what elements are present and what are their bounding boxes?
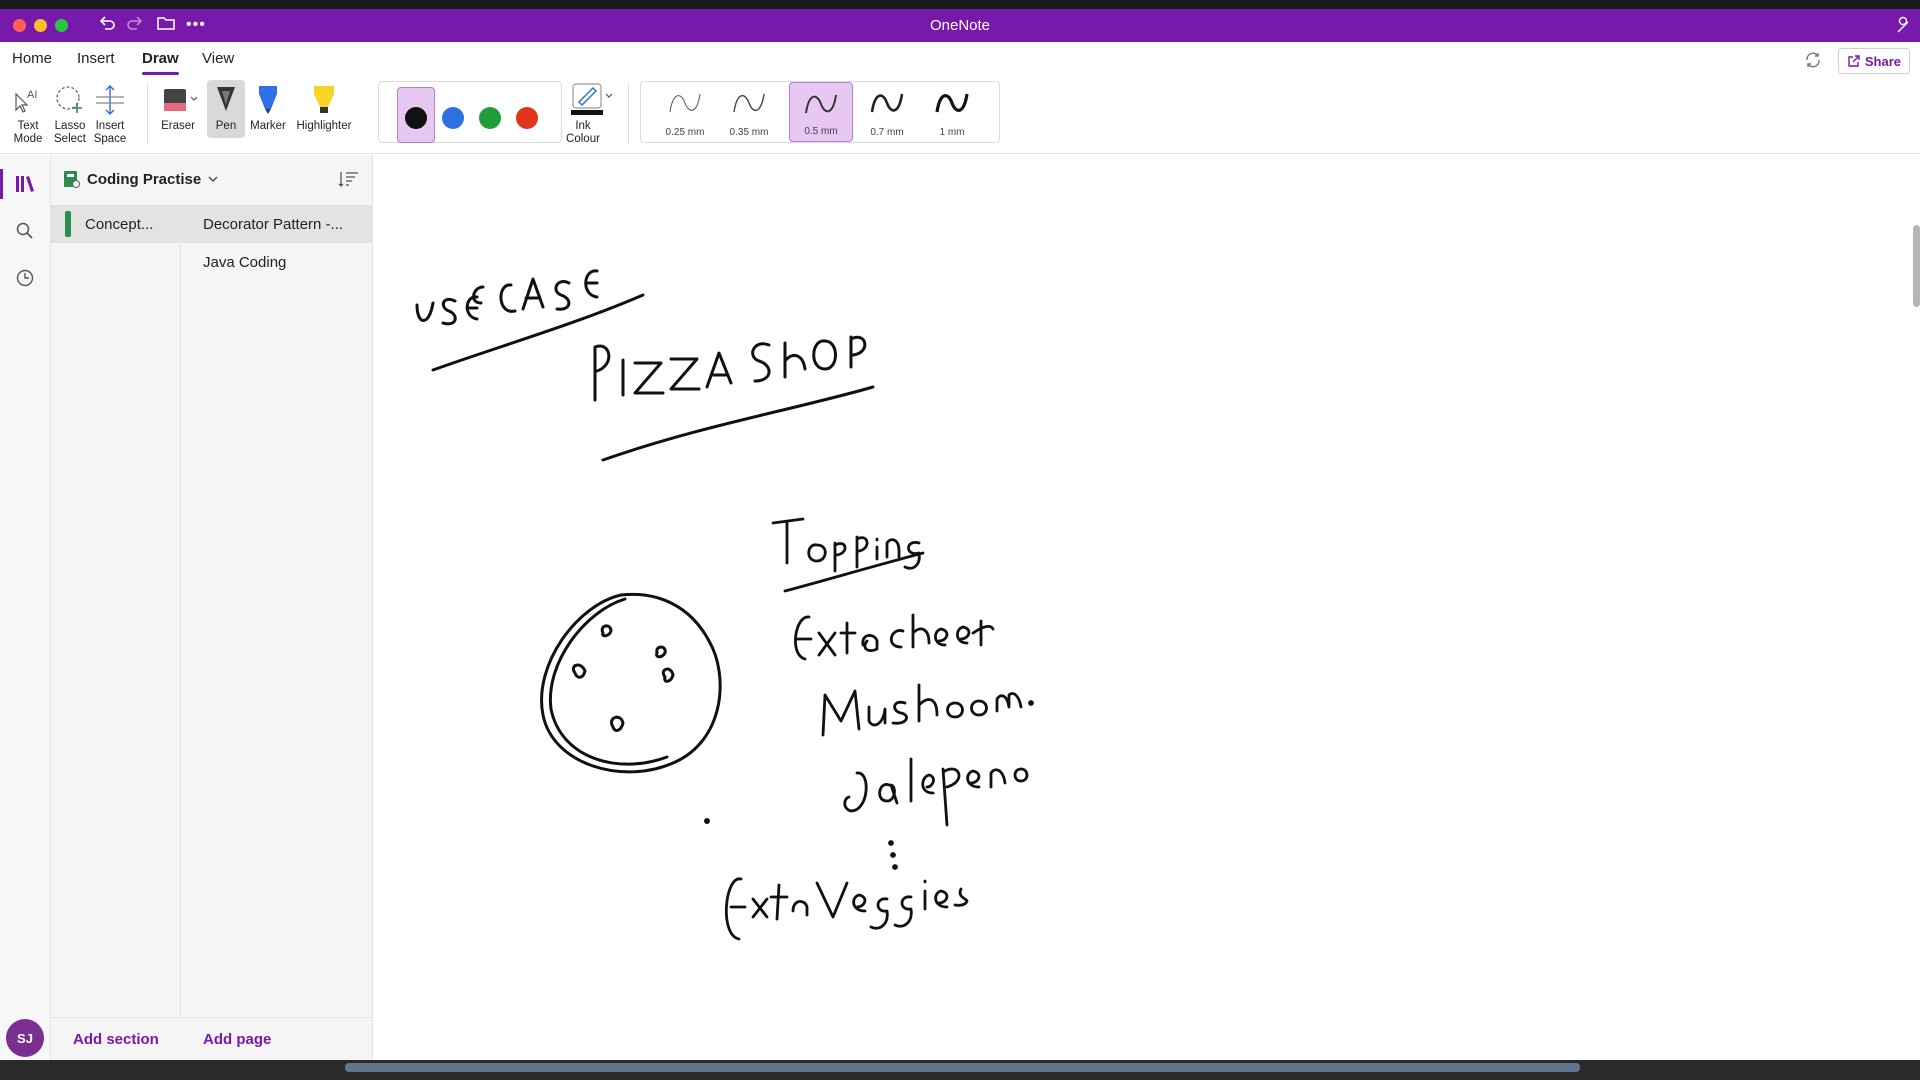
svg-text:AI: AI — [27, 89, 37, 101]
share-button[interactable]: Share — [1837, 48, 1910, 74]
text-cursor-icon: AI — [10, 80, 46, 120]
tab-view[interactable]: View — [202, 50, 234, 67]
color-red-swatch[interactable] — [516, 107, 538, 129]
notebook-panel: Coding Practise Concept... Decorator Pat… — [51, 155, 373, 1080]
add-page-button[interactable]: Add page — [203, 1031, 271, 1048]
notebook-switcher[interactable]: Coding Practise — [61, 169, 219, 189]
lasso-select-button[interactable]: Lasso Select — [50, 80, 90, 146]
ink-colour-button[interactable]: Ink Colour — [566, 80, 616, 146]
thickness-0-7mm[interactable]: 0.7 mm — [855, 82, 919, 142]
top-edge — [0, 0, 1920, 9]
ink-drawing — [415, 269, 1034, 941]
text-mode-button[interactable]: AI Text Mode — [10, 80, 46, 146]
share-icon — [1848, 55, 1860, 67]
insert-space-icon — [90, 80, 130, 120]
notebooks-icon[interactable] — [12, 171, 38, 197]
thickness-label: 0.5 mm — [804, 126, 838, 137]
thickness-1mm[interactable]: 1 mm — [920, 82, 984, 142]
pen-color-palette — [378, 81, 562, 143]
insert-space-label: Insert Space — [93, 120, 127, 145]
add-section-button[interactable]: Add section — [73, 1031, 159, 1048]
section-list: Concept... — [51, 205, 181, 1015]
text-mode-label: Text Mode — [13, 120, 43, 145]
page-item[interactable]: Decorator Pattern -... — [181, 205, 373, 243]
page-item[interactable]: Java Coding — [181, 243, 373, 281]
stroke-preview-icon — [805, 94, 837, 114]
onenote-window: ••• OneNote Home Insert Draw View Share … — [0, 0, 1920, 1080]
pen-label: Pen — [215, 120, 237, 132]
color-blue-swatch[interactable] — [442, 107, 464, 129]
stroke-preview-icon — [935, 93, 969, 113]
thickness-label: 1 mm — [939, 127, 965, 138]
thickness-0-5mm[interactable]: 0.5 mm — [789, 82, 853, 142]
pen-button[interactable]: Pen — [207, 80, 245, 138]
title-bar: ••• OneNote — [0, 9, 1920, 42]
page-canvas[interactable] — [373, 155, 1920, 1065]
tab-insert[interactable]: Insert — [77, 50, 115, 67]
marker-button[interactable]: Marker — [248, 80, 288, 133]
recent-clock-icon[interactable] — [12, 265, 38, 291]
vertical-scrollbar[interactable] — [1913, 225, 1920, 307]
ink-colour-icon — [566, 80, 616, 120]
feedback-icon[interactable] — [1894, 15, 1912, 37]
ink-colour-label: Ink Colour — [566, 120, 600, 145]
rail-active-indicator — [0, 169, 3, 199]
eraser-label: Eraser — [161, 120, 195, 132]
marker-label: Marker — [250, 120, 286, 132]
tab-draw[interactable]: Draw — [142, 50, 179, 75]
horizontal-scrollbar[interactable] — [345, 1063, 1580, 1072]
section-color-tab — [65, 211, 71, 237]
stroke-preview-icon — [669, 93, 701, 113]
ribbon-divider — [147, 84, 148, 144]
share-label: Share — [1864, 53, 1901, 69]
page-label: Decorator Pattern -... — [203, 215, 344, 233]
stroke-preview-icon — [733, 93, 765, 113]
section-label: Concept... — [85, 215, 154, 233]
page-label: Java Coding — [203, 253, 287, 271]
thickness-label: 0.7 mm — [870, 127, 904, 138]
window-title: OneNote — [929, 17, 991, 34]
color-green-swatch[interactable] — [479, 107, 501, 129]
insert-space-button[interactable]: Insert Space — [90, 80, 130, 146]
search-icon[interactable] — [12, 218, 38, 244]
panel-footer: Add section Add page — [51, 1017, 373, 1059]
eraser-icon — [155, 80, 201, 120]
lasso-icon — [50, 80, 90, 120]
highlighter-icon — [292, 80, 356, 120]
eraser-button[interactable]: Eraser — [155, 80, 201, 133]
navigation-rail: SJ — [0, 155, 51, 1080]
marker-icon — [248, 80, 288, 120]
stroke-preview-icon — [870, 93, 904, 113]
highlighter-label: Highlighter — [296, 120, 352, 132]
pen-icon — [207, 80, 245, 120]
notebook-name: Coding Practise — [87, 170, 202, 188]
pen-thickness-group: 0.25 mm 0.35 mm 0.5 mm 0.7 mm 1 mm — [640, 81, 1000, 143]
page-list: Decorator Pattern -... Java Coding — [181, 205, 373, 1015]
thickness-0-25mm[interactable]: 0.25 mm — [653, 82, 717, 142]
thickness-label: 0.25 mm — [665, 127, 705, 138]
avatar[interactable]: SJ — [6, 1019, 44, 1057]
thickness-0-35mm[interactable]: 0.35 mm — [717, 82, 781, 142]
ribbon-divider — [628, 84, 629, 144]
draw-ribbon: AI Text Mode Lasso Select Insert Space E… — [0, 76, 1920, 154]
tab-home[interactable]: Home — [12, 50, 52, 67]
sort-icon[interactable] — [338, 169, 360, 194]
color-black-swatch[interactable] — [405, 107, 427, 129]
section-item[interactable]: Concept... — [51, 205, 181, 243]
notebook-icon — [64, 171, 80, 188]
lasso-select-label: Lasso Select — [54, 120, 86, 145]
chevron-down-icon — [208, 176, 218, 182]
highlighter-button[interactable]: Highlighter — [292, 80, 356, 133]
ribbon-tabs: Home Insert Draw View Share — [0, 42, 1920, 76]
sync-icon[interactable] — [1804, 51, 1822, 69]
thickness-label: 0.35 mm — [729, 127, 769, 138]
